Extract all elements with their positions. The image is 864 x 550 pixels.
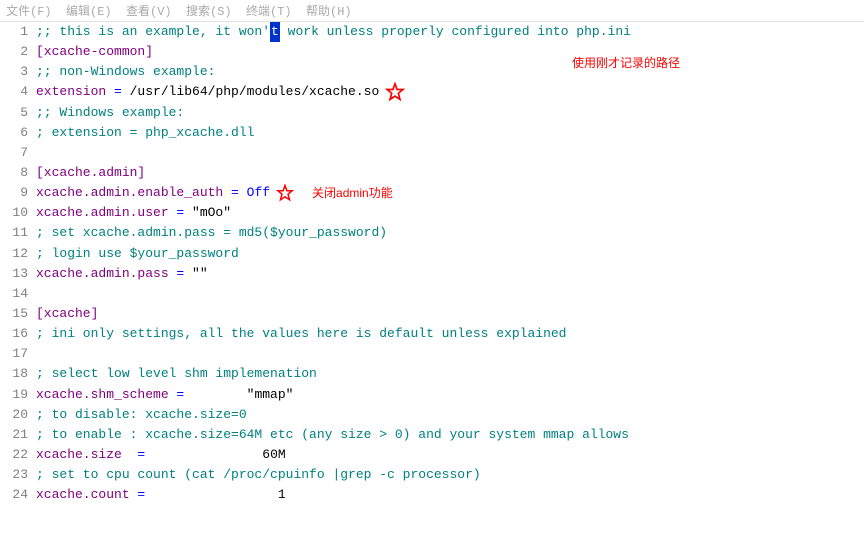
line-number: 6 [0, 123, 36, 143]
code-text: ; ini only settings, all the values here… [36, 324, 567, 344]
code-text: extension [36, 82, 106, 102]
code-text: work unless properly configured into php… [280, 22, 631, 42]
code-text: xcache.admin.pass [36, 264, 169, 284]
line-number: 12 [0, 244, 36, 264]
line-number: 18 [0, 364, 36, 384]
code-text: ;; this is an example, it won' [36, 22, 270, 42]
code-text: [xcache.admin] [36, 163, 145, 183]
code-editor[interactable]: 使用刚才记录的路径 1;; this is an example, it won… [0, 22, 864, 505]
code-text: /usr/lib64/php/modules/xcache.so [130, 82, 380, 102]
code-text: ; set xcache.admin.pass = md5($your_pass… [36, 223, 387, 243]
code-text: xcache.admin.enable_auth [36, 183, 223, 203]
code-text: ;; Windows example: [36, 103, 184, 123]
line-number: 11 [0, 223, 36, 243]
line-number: 1 [0, 22, 36, 42]
line-number: 20 [0, 405, 36, 425]
line-number: 13 [0, 264, 36, 284]
line-number: 19 [0, 385, 36, 405]
star-icon [385, 82, 405, 102]
code-text: ; extension = php_xcache.dll [36, 123, 254, 143]
code-text: ; to enable : xcache.size=64M etc (any s… [36, 425, 629, 445]
code-text: xcache.size [36, 445, 122, 465]
line-number: 7 [0, 143, 36, 163]
line-number: 3 [0, 62, 36, 82]
code-text: ; to disable: xcache.size=0 [36, 405, 247, 425]
line-number: 9 [0, 183, 36, 203]
menubar[interactable]: 文件(F) 编辑(E) 查看(V) 搜索(S) 终端(T) 帮助(H) [0, 0, 864, 22]
code-text: [xcache] [36, 304, 98, 324]
code-text: 1 [278, 485, 286, 505]
code-text: 60M [262, 445, 285, 465]
line-number: 14 [0, 284, 36, 304]
code-text: ; login use $your_password [36, 244, 239, 264]
code-text: Off [247, 183, 270, 203]
code-text: = [122, 445, 262, 465]
line-number: 5 [0, 103, 36, 123]
code-text: [xcache-common] [36, 42, 153, 62]
annotation-path: 使用刚才记录的路径 [572, 54, 680, 71]
code-text: ;; non-Windows example: [36, 62, 215, 82]
line-number: 2 [0, 42, 36, 62]
annotation-admin: 关闭admin功能 [312, 184, 393, 203]
code-text: = [169, 264, 192, 284]
line-number: 21 [0, 425, 36, 445]
code-text: = [106, 82, 129, 102]
code-text: ; select low level shm implemenation [36, 364, 317, 384]
code-text: = [169, 385, 247, 405]
code-text: ; set to cpu count (cat /proc/cpuinfo |g… [36, 465, 481, 485]
line-number: 23 [0, 465, 36, 485]
code-text: "mmap" [247, 385, 294, 405]
code-text: xcache.shm_scheme [36, 385, 169, 405]
line-number: 8 [0, 163, 36, 183]
code-text: xcache.admin.user [36, 203, 169, 223]
line-number: 16 [0, 324, 36, 344]
code-text: = [130, 485, 278, 505]
line-number: 24 [0, 485, 36, 505]
line-number: 4 [0, 82, 36, 102]
code-text: "" [192, 264, 208, 284]
code-text: = [223, 183, 246, 203]
code-text: "mOo" [192, 203, 231, 223]
highlight-char: t [270, 22, 280, 42]
line-number: 10 [0, 203, 36, 223]
line-number: 15 [0, 304, 36, 324]
star-icon [276, 184, 294, 202]
line-number: 17 [0, 344, 36, 364]
code-text: xcache.count [36, 485, 130, 505]
code-text: = [169, 203, 192, 223]
line-number: 22 [0, 445, 36, 465]
